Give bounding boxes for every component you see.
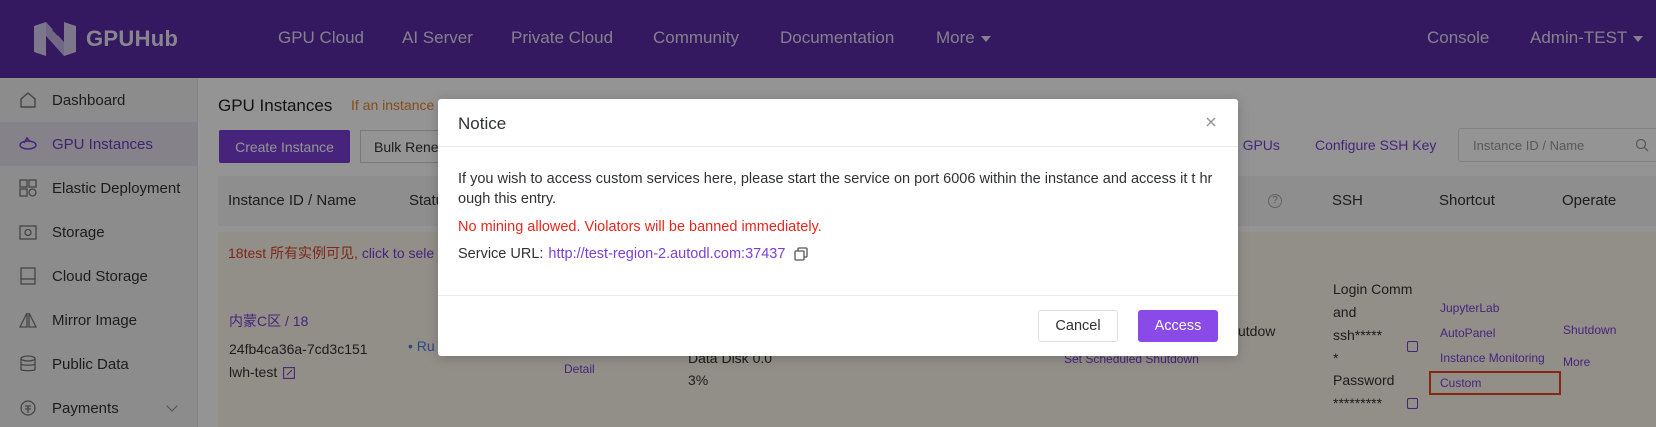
close-icon[interactable] — [1202, 113, 1220, 131]
notice-dialog: Notice If you wish to access custom serv… — [438, 99, 1238, 356]
dialog-footer: Cancel Access — [438, 295, 1238, 356]
dialog-body: If you wish to access custom services he… — [458, 169, 1220, 262]
access-button[interactable]: Access — [1138, 310, 1218, 342]
service-url-link[interactable]: http://test-region-2.autodl.com:37437 — [548, 246, 785, 262]
service-url-row: Service URL: http://test-region-2.autodl… — [458, 246, 1220, 262]
dialog-description: If you wish to access custom services he… — [458, 171, 1213, 207]
service-url-label: Service URL: — [458, 246, 544, 262]
cancel-button[interactable]: Cancel — [1038, 310, 1118, 342]
dialog-title: Notice — [458, 114, 507, 133]
dialog-header: Notice — [438, 99, 1238, 147]
copy-icon[interactable] — [794, 247, 809, 261]
dialog-mining-warning: No mining allowed. Violators will be ban… — [458, 219, 822, 235]
